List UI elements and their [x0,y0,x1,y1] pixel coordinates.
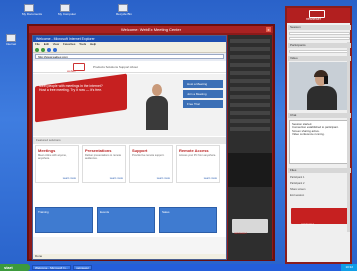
hero-person-image [143,82,171,132]
globe-icon [6,34,16,42]
desktop-icon-my-documents[interactable]: My Documents [22,4,42,20]
close-icon[interactable]: x [266,27,271,32]
dark-panel-block [228,153,272,187]
web-page: webex Products Solutions Support About M… [33,61,226,259]
dark-side-panel: netviewer [228,35,272,260]
menu-view[interactable]: View [53,42,59,46]
hero-red-panel [35,73,127,123]
card-support[interactable]: Support Provide live remote support. Learn… [129,145,173,183]
netviewer-sidebar: netviewer Session Participants Video Cha… [285,6,352,264]
section-files[interactable]: Files [288,168,351,173]
menu-tools[interactable]: Tools [79,42,86,46]
hero-text: Meet people with meetings in the interne… [39,84,103,92]
remote-session-window: Welcome: WebEx Meeting Center x Welcome … [27,24,275,261]
menu-favorites[interactable]: Favorites [63,42,75,46]
card-remote-access[interactable]: Remote Access Access your PC from anywher… [176,145,220,183]
sidebar-brand-block [291,208,348,224]
sidebar-line-2[interactable]: Participant 2 [290,182,304,185]
blue-block-training[interactable]: Training [35,207,93,233]
blue-block-sales[interactable]: Sales [159,207,217,233]
sidebar-line-3[interactable]: Share screen [290,188,305,191]
desktop-icon-recycle-bin[interactable]: Recycle Bin [116,4,132,20]
desktop-icon-my-computer[interactable]: My Computer [58,4,76,20]
free-trial-button[interactable]: Free Trial [183,100,223,108]
sidebar-line-4[interactable]: End session [290,194,304,197]
desktop-icon-internet[interactable]: Internet [4,34,18,50]
dark-panel-logo-text: netviewer [234,231,247,235]
sidebar-line-1[interactable]: Participant 1 [290,176,304,179]
section-video[interactable]: Video [288,56,351,61]
taskbar: start Welcome - Microsoft In... netviewe… [0,264,357,271]
host-meeting-button[interactable]: Host a Meeting [183,80,223,88]
join-meeting-button[interactable]: Join a Meeting [183,90,223,98]
browser-toolbar [33,47,226,53]
computer-icon [60,4,70,12]
blue-block-events[interactable]: Events [97,207,155,233]
section-participants[interactable]: Participants [288,43,351,48]
taskbar-clock: 10:32 [341,264,357,271]
menu-file[interactable]: File [35,42,40,46]
card-presentations[interactable]: Presentations Deliver presentations to re… [82,145,126,183]
page-strip: Featured solutions [33,137,226,144]
chat-log[interactable]: Session started. Connection established … [289,120,350,164]
section-chat[interactable]: Chat [288,113,351,118]
address-bar[interactable]: http://www.webex.com [35,54,224,59]
refresh-icon[interactable] [47,47,51,52]
page-header: webex Products Solutions Support About [33,61,226,73]
phone-icon [324,76,328,84]
start-button[interactable]: start [0,264,30,271]
card-meetings[interactable]: Meetings Meet online with anyone, anywher… [35,145,79,183]
browser-window: Welcome - Microsoft Internet Explorer Fi… [32,35,227,260]
recycle-bin-icon [118,4,128,12]
sidebar-logo-text: netviewer [306,17,321,21]
sidebar-scrollbar[interactable] [347,42,350,232]
home-icon[interactable] [53,47,57,52]
browser-status-bar: Done [33,254,226,259]
section-session[interactable]: Session [288,25,351,30]
menu-help[interactable]: Help [90,42,96,46]
taskbar-item-netviewer[interactable]: netviewer [73,265,92,270]
hero-banner: Meet people with meetings in the interne… [33,73,226,136]
sidebar-header: netviewer [287,8,350,23]
page-logo-text: webex [67,69,76,73]
folder-icon [24,4,34,12]
window-title: Welcome: WebEx Meeting Center [29,26,273,33]
video-feed [289,62,350,110]
back-icon[interactable] [35,47,39,52]
taskbar-item-browser[interactable]: Welcome - Microsoft In... [32,265,72,270]
menu-edit[interactable]: Edit [44,42,49,46]
forward-icon[interactable] [41,47,45,52]
sidebar-brand-text: netviewer [301,222,314,226]
page-nav[interactable]: Products Solutions Support About [93,65,138,69]
